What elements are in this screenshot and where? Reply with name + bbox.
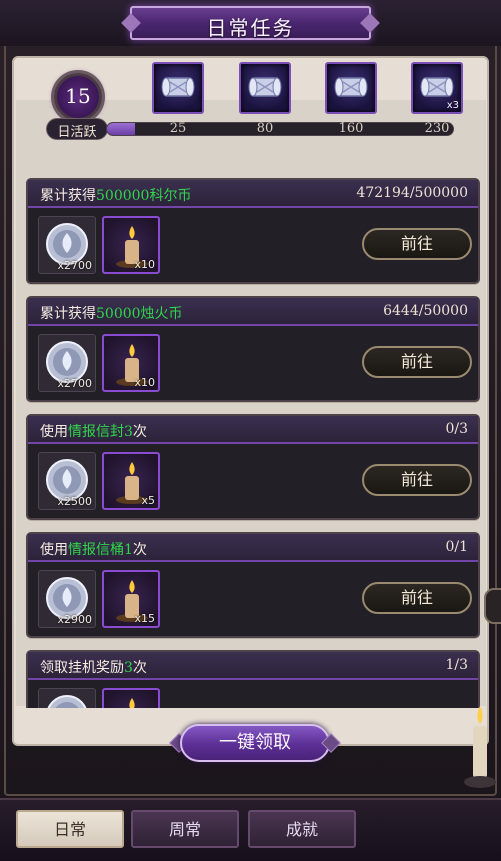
reward-chest-25[interactable] [152,62,204,114]
reward-item[interactable]: x5 [102,452,160,510]
task-header: 使用情报信桶1次 0/1 [28,534,478,562]
tab-daily[interactable]: 日常 [16,810,124,848]
task-title: 使用情报信桶1次 [40,539,147,559]
reward-item[interactable]: x2900 [38,570,96,628]
task-header: 使用情报信封3次 0/3 [28,416,478,444]
task-title-suffix: 次 [132,542,147,558]
tab-achievements[interactable]: 成就 [248,810,356,848]
reward-chest-80[interactable] [239,62,291,114]
reward-item[interactable]: x2700 [38,216,96,274]
activity-label: 日活跃 [57,125,97,140]
task-card: 领取挂机奖励3次 1/3 [26,650,480,708]
task-card: 使用情报信封3次 0/3 x2500 x5 前往 [26,414,480,520]
task-title-prefix: 累计获得 [40,188,96,204]
reward-count: x5 [141,494,155,507]
task-card-clip: 领取挂机奖励3次 1/3 [26,650,480,708]
task-progress: 6444/50000 [383,303,468,319]
side-scroll-handle[interactable] [484,588,501,624]
milestone-label: 25 [169,121,187,136]
go-button[interactable]: 前往 [362,346,472,378]
task-title: 使用情报信封3次 [40,421,147,441]
task-title: 领取挂机奖励3次 [40,657,147,677]
silver-coin-icon [47,695,87,708]
task-header: 领取挂机奖励3次 1/3 [28,652,478,680]
task-progress: 0/3 [445,421,468,437]
milestone-label: 160 [338,121,364,136]
task-title-highlight: 3 [124,660,133,676]
task-title-suffix: 次 [132,424,147,440]
go-button[interactable]: 前往 [362,228,472,260]
task-header: 累计获得500000科尔币 472194/500000 [28,180,478,208]
task-title-prefix: 领取挂机奖励 [40,660,124,676]
task-card: 累计获得500000科尔币 472194/500000 x2700 x10 前往 [26,178,480,284]
reward-count: x2700 [57,259,92,272]
candle-decoration-icon [464,706,496,788]
task-title-highlight: 情报信封3 [68,424,133,440]
task-header: 累计获得50000烛火币 6444/50000 [28,298,478,326]
task-card: 累计获得50000烛火币 6444/50000 x2700 x10 前往 [26,296,480,402]
task-title-highlight: 50000烛火币 [96,306,183,322]
reward-item[interactable] [102,688,160,708]
reward-count: x10 [134,376,155,389]
go-button[interactable]: 前往 [362,464,472,496]
reward-item[interactable]: x2700 [38,334,96,392]
reward-count: x2500 [57,495,92,508]
scroll-chest-icon [334,77,368,97]
activity-label-plate: 日活跃 [46,118,108,140]
task-progress: 472194/500000 [356,185,468,201]
reward-count: x2900 [57,613,92,626]
candle-icon [129,698,135,708]
bottom-tab-bar: 日常 周常 成就 [0,798,501,861]
task-title-prefix: 使用 [40,542,68,558]
reward-item[interactable]: x2500 [38,452,96,510]
go-button[interactable]: 前往 [362,582,472,614]
activity-value: 15 [65,84,91,108]
task-title-suffix: 次 [132,660,147,676]
scroll-chest-icon [161,77,195,97]
claim-all-button[interactable]: 一键领取 [180,724,330,762]
reward-count: x15 [134,612,155,625]
reward-chest-230[interactable]: x3 [411,62,463,114]
task-title: 累计获得50000烛火币 [40,303,183,323]
chest-count: x3 [446,100,459,111]
task-title-prefix: 使用 [40,424,68,440]
title-bar: 日常任务 [0,0,501,46]
scroll-chest-icon [248,77,282,97]
title-plate: 日常任务 [130,6,371,40]
task-title-highlight: 500000科尔币 [96,188,192,204]
tab-weekly[interactable]: 周常 [131,810,239,848]
task-title-prefix: 累计获得 [40,306,96,322]
reward-count: x10 [134,258,155,271]
milestone-label: 80 [256,121,274,136]
page-title: 日常任务 [206,16,295,40]
task-title-highlight: 情报信桶1 [68,542,133,558]
milestone-label: 230 [424,121,450,136]
reward-item[interactable] [38,688,96,708]
task-progress: 1/3 [445,657,468,673]
activity-progress-fill [107,123,135,135]
task-title: 累计获得500000科尔币 [40,185,191,205]
task-card: 使用情报信桶1次 0/1 x2900 x15 前往 [26,532,480,638]
reward-item[interactable]: x10 [102,216,160,274]
task-progress: 0/1 [445,539,468,555]
reward-chest-160[interactable] [325,62,377,114]
claim-all-wrap: 一键领取 [172,720,338,766]
reward-item[interactable]: x10 [102,334,160,392]
reward-item[interactable]: x15 [102,570,160,628]
reward-count: x2700 [57,377,92,390]
